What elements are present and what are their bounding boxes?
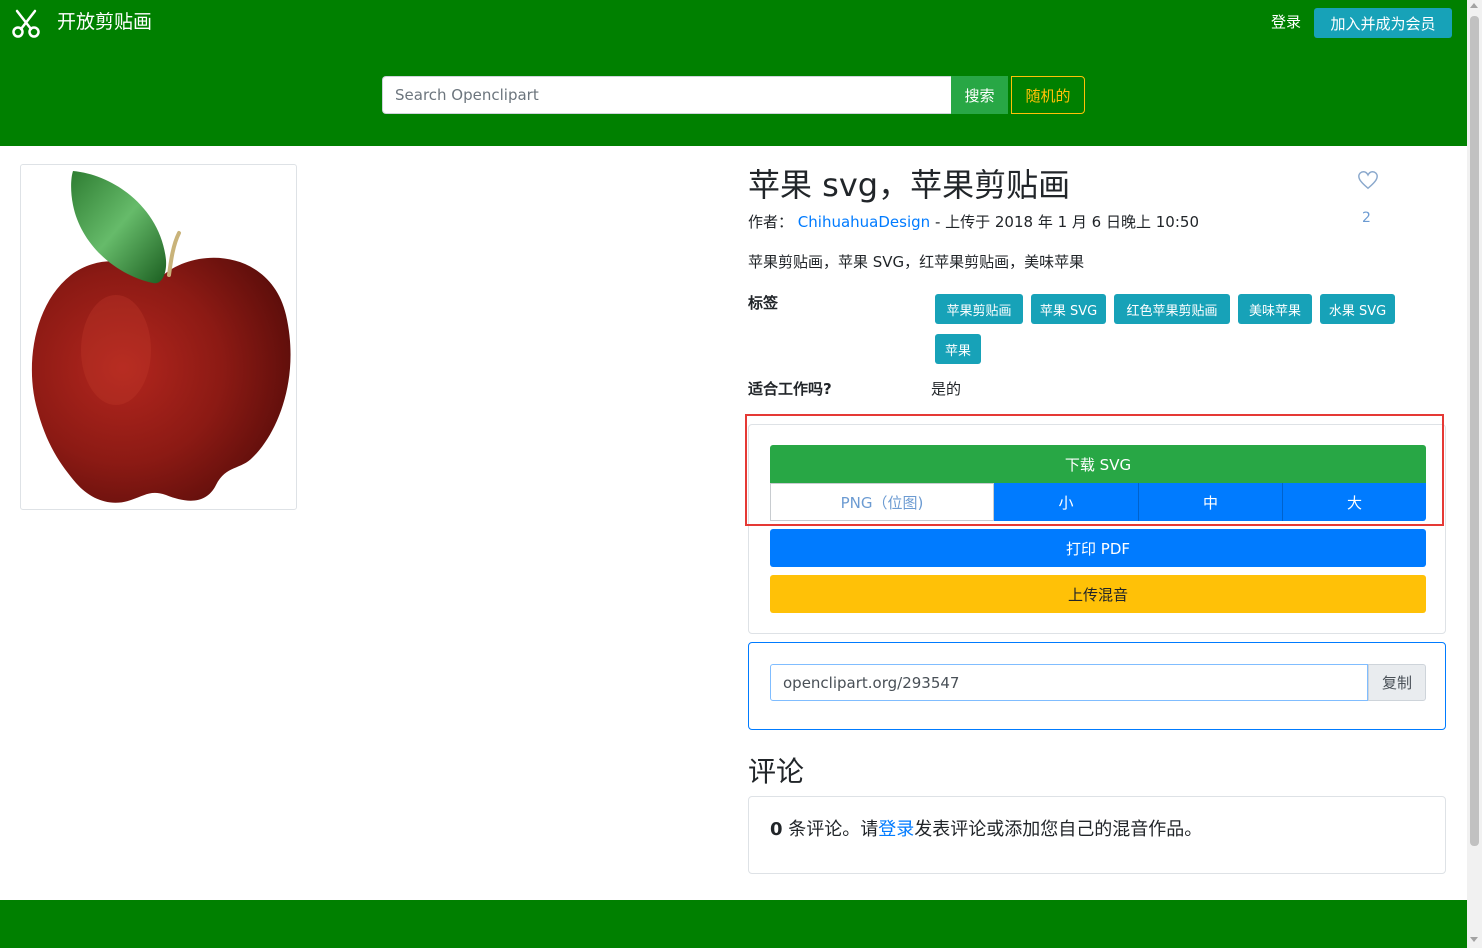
- site-footer: [0, 900, 1467, 948]
- sfw-value: 是的: [931, 380, 962, 398]
- scroll-down-arrow-icon[interactable]: [1470, 937, 1478, 942]
- site-header: [0, 0, 1467, 146]
- tags-label: 标签: [748, 294, 779, 312]
- author-prefix: 作者：: [748, 213, 794, 231]
- upload-remix-button[interactable]: 上传混音: [770, 575, 1426, 613]
- comments-heading: 评论: [748, 755, 805, 788]
- highlight-box: [745, 414, 1444, 526]
- share-link-input[interactable]: [770, 664, 1368, 701]
- favorite-count: 2: [1362, 210, 1371, 226]
- search-button[interactable]: 搜索: [951, 76, 1008, 114]
- comments-login-link[interactable]: 登录: [878, 819, 914, 840]
- apple-illustration[interactable]: [21, 165, 298, 511]
- copy-button[interactable]: 复制: [1368, 664, 1426, 701]
- comments-text-after: 发表评论或添加您自己的混音作品。: [914, 819, 1203, 840]
- random-button[interactable]: 随机的: [1011, 76, 1085, 114]
- description: 苹果剪贴画，苹果 SVG，红苹果剪贴画，美味苹果: [748, 253, 1085, 271]
- brand-name[interactable]: 开放剪贴画: [57, 9, 152, 35]
- tag[interactable]: 水果 SVG: [1320, 294, 1395, 324]
- scissors-icon[interactable]: [10, 8, 42, 40]
- clipart-image-card: [20, 164, 297, 510]
- scrollbar-thumb[interactable]: [1470, 16, 1479, 846]
- login-link[interactable]: 登录: [1271, 12, 1301, 32]
- join-button[interactable]: 加入并成为会员: [1314, 8, 1452, 38]
- tag[interactable]: 苹果 SVG: [1031, 294, 1106, 324]
- comments-message: 0 条评论。请登录发表评论或添加您自己的混音作品。: [770, 818, 1202, 842]
- comment-count: 0: [770, 819, 783, 840]
- upload-date: - 上传于 2018 年 1 月 6 日晚上 10:50: [934, 213, 1199, 231]
- print-pdf-button[interactable]: 打印 PDF: [770, 529, 1426, 567]
- tag[interactable]: 苹果剪贴画: [935, 294, 1023, 324]
- tag[interactable]: 苹果: [935, 334, 981, 364]
- tag[interactable]: 美味苹果: [1238, 294, 1312, 324]
- author-link[interactable]: ChihuahuaDesign: [798, 213, 930, 231]
- heart-icon[interactable]: [1357, 169, 1379, 191]
- page-title: 苹果 svg，苹果剪贴画: [748, 166, 1071, 204]
- author-line: 作者： ChihuahuaDesign - 上传于 2018 年 1 月 6 日…: [748, 212, 1199, 232]
- sfw-label: 适合工作吗?: [748, 380, 832, 398]
- scroll-up-arrow-icon[interactable]: [1470, 3, 1478, 8]
- search-input[interactable]: [382, 76, 951, 114]
- comments-text-before: 条评论。请: [782, 819, 879, 840]
- tag[interactable]: 红色苹果剪贴画: [1114, 294, 1230, 324]
